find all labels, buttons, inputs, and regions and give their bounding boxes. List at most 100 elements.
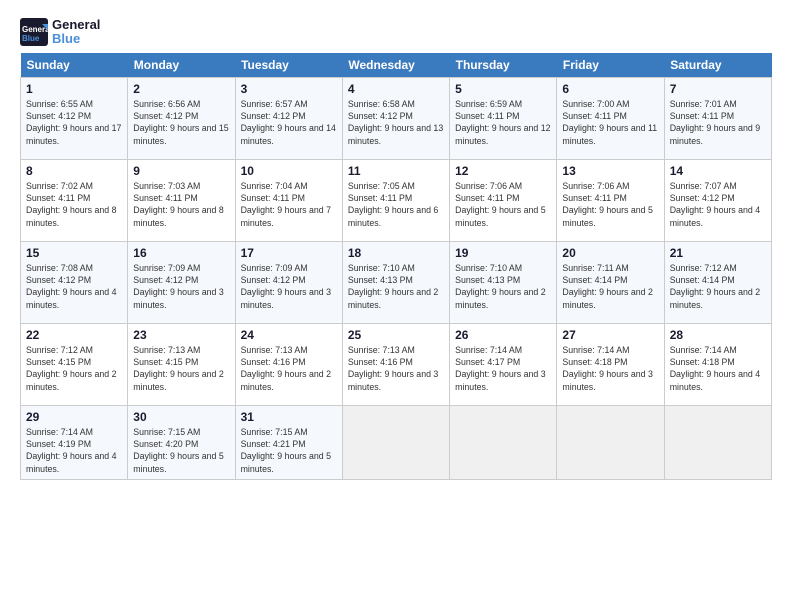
day-info: Sunrise: 6:58 AM Sunset: 4:12 PM Dayligh…: [348, 98, 444, 147]
calendar-page: General Blue General Blue SundayMondayTu…: [0, 0, 792, 490]
calendar-cell: 20 Sunrise: 7:11 AM Sunset: 4:14 PM Dayl…: [557, 241, 664, 323]
day-info: Sunrise: 7:14 AM Sunset: 4:18 PM Dayligh…: [670, 344, 766, 393]
calendar-cell: 13 Sunrise: 7:06 AM Sunset: 4:11 PM Dayl…: [557, 159, 664, 241]
calendar-cell: [342, 405, 449, 479]
day-info: Sunrise: 7:01 AM Sunset: 4:11 PM Dayligh…: [670, 98, 766, 147]
weekday-header-sunday: Sunday: [21, 53, 128, 78]
day-info: Sunrise: 6:55 AM Sunset: 4:12 PM Dayligh…: [26, 98, 122, 147]
day-info: Sunrise: 7:06 AM Sunset: 4:11 PM Dayligh…: [562, 180, 658, 229]
calendar-cell: 18 Sunrise: 7:10 AM Sunset: 4:13 PM Dayl…: [342, 241, 449, 323]
day-info: Sunrise: 7:15 AM Sunset: 4:21 PM Dayligh…: [241, 426, 337, 475]
day-number: 8: [26, 164, 122, 178]
day-info: Sunrise: 7:08 AM Sunset: 4:12 PM Dayligh…: [26, 262, 122, 311]
day-number: 11: [348, 164, 444, 178]
day-number: 29: [26, 410, 122, 424]
day-info: Sunrise: 7:12 AM Sunset: 4:14 PM Dayligh…: [670, 262, 766, 311]
svg-text:General: General: [22, 25, 48, 34]
day-info: Sunrise: 7:05 AM Sunset: 4:11 PM Dayligh…: [348, 180, 444, 229]
calendar-cell: 24 Sunrise: 7:13 AM Sunset: 4:16 PM Dayl…: [235, 323, 342, 405]
day-info: Sunrise: 7:12 AM Sunset: 4:15 PM Dayligh…: [26, 344, 122, 393]
day-number: 24: [241, 328, 337, 342]
calendar-cell: 14 Sunrise: 7:07 AM Sunset: 4:12 PM Dayl…: [664, 159, 771, 241]
calendar-cell: 19 Sunrise: 7:10 AM Sunset: 4:13 PM Dayl…: [450, 241, 557, 323]
day-info: Sunrise: 7:14 AM Sunset: 4:17 PM Dayligh…: [455, 344, 551, 393]
day-number: 10: [241, 164, 337, 178]
calendar-cell: 30 Sunrise: 7:15 AM Sunset: 4:20 PM Dayl…: [128, 405, 235, 479]
calendar-cell: 21 Sunrise: 7:12 AM Sunset: 4:14 PM Dayl…: [664, 241, 771, 323]
calendar-cell: 25 Sunrise: 7:13 AM Sunset: 4:16 PM Dayl…: [342, 323, 449, 405]
logo-icon: General Blue: [20, 18, 48, 46]
calendar-cell: 12 Sunrise: 7:06 AM Sunset: 4:11 PM Dayl…: [450, 159, 557, 241]
day-info: Sunrise: 7:00 AM Sunset: 4:11 PM Dayligh…: [562, 98, 658, 147]
day-number: 6: [562, 82, 658, 96]
calendar-cell: 23 Sunrise: 7:13 AM Sunset: 4:15 PM Dayl…: [128, 323, 235, 405]
day-info: Sunrise: 7:04 AM Sunset: 4:11 PM Dayligh…: [241, 180, 337, 229]
day-info: Sunrise: 6:57 AM Sunset: 4:12 PM Dayligh…: [241, 98, 337, 147]
calendar-cell: 27 Sunrise: 7:14 AM Sunset: 4:18 PM Dayl…: [557, 323, 664, 405]
day-info: Sunrise: 7:14 AM Sunset: 4:19 PM Dayligh…: [26, 426, 122, 475]
day-info: Sunrise: 7:13 AM Sunset: 4:16 PM Dayligh…: [241, 344, 337, 393]
day-number: 26: [455, 328, 551, 342]
day-info: Sunrise: 7:15 AM Sunset: 4:20 PM Dayligh…: [133, 426, 229, 475]
calendar-cell: 26 Sunrise: 7:14 AM Sunset: 4:17 PM Dayl…: [450, 323, 557, 405]
calendar-cell: 31 Sunrise: 7:15 AM Sunset: 4:21 PM Dayl…: [235, 405, 342, 479]
day-number: 30: [133, 410, 229, 424]
calendar-cell: 22 Sunrise: 7:12 AM Sunset: 4:15 PM Dayl…: [21, 323, 128, 405]
logo-blue: Blue: [52, 32, 100, 46]
day-number: 19: [455, 246, 551, 260]
calendar-cell: 11 Sunrise: 7:05 AM Sunset: 4:11 PM Dayl…: [342, 159, 449, 241]
weekday-header-row: SundayMondayTuesdayWednesdayThursdayFrid…: [21, 53, 772, 78]
day-number: 3: [241, 82, 337, 96]
weekday-header-friday: Friday: [557, 53, 664, 78]
calendar-cell: 28 Sunrise: 7:14 AM Sunset: 4:18 PM Dayl…: [664, 323, 771, 405]
calendar-cell: [450, 405, 557, 479]
day-number: 12: [455, 164, 551, 178]
day-number: 14: [670, 164, 766, 178]
calendar-table: SundayMondayTuesdayWednesdayThursdayFrid…: [20, 53, 772, 480]
weekday-header-saturday: Saturday: [664, 53, 771, 78]
calendar-cell: 15 Sunrise: 7:08 AM Sunset: 4:12 PM Dayl…: [21, 241, 128, 323]
calendar-cell: 9 Sunrise: 7:03 AM Sunset: 4:11 PM Dayli…: [128, 159, 235, 241]
svg-text:Blue: Blue: [22, 34, 40, 43]
day-number: 23: [133, 328, 229, 342]
calendar-cell: 7 Sunrise: 7:01 AM Sunset: 4:11 PM Dayli…: [664, 77, 771, 159]
day-info: Sunrise: 6:56 AM Sunset: 4:12 PM Dayligh…: [133, 98, 229, 147]
day-number: 1: [26, 82, 122, 96]
calendar-cell: 5 Sunrise: 6:59 AM Sunset: 4:11 PM Dayli…: [450, 77, 557, 159]
day-info: Sunrise: 7:10 AM Sunset: 4:13 PM Dayligh…: [455, 262, 551, 311]
calendar-cell: 4 Sunrise: 6:58 AM Sunset: 4:12 PM Dayli…: [342, 77, 449, 159]
day-info: Sunrise: 7:02 AM Sunset: 4:11 PM Dayligh…: [26, 180, 122, 229]
day-number: 2: [133, 82, 229, 96]
calendar-cell: 3 Sunrise: 6:57 AM Sunset: 4:12 PM Dayli…: [235, 77, 342, 159]
day-number: 9: [133, 164, 229, 178]
day-number: 5: [455, 82, 551, 96]
day-info: Sunrise: 7:09 AM Sunset: 4:12 PM Dayligh…: [133, 262, 229, 311]
day-number: 13: [562, 164, 658, 178]
day-number: 17: [241, 246, 337, 260]
day-number: 15: [26, 246, 122, 260]
day-info: Sunrise: 7:13 AM Sunset: 4:15 PM Dayligh…: [133, 344, 229, 393]
weekday-header-wednesday: Wednesday: [342, 53, 449, 78]
calendar-cell: 17 Sunrise: 7:09 AM Sunset: 4:12 PM Dayl…: [235, 241, 342, 323]
weekday-header-tuesday: Tuesday: [235, 53, 342, 78]
day-number: 25: [348, 328, 444, 342]
day-info: Sunrise: 7:13 AM Sunset: 4:16 PM Dayligh…: [348, 344, 444, 393]
calendar-cell: 1 Sunrise: 6:55 AM Sunset: 4:12 PM Dayli…: [21, 77, 128, 159]
calendar-cell: 6 Sunrise: 7:00 AM Sunset: 4:11 PM Dayli…: [557, 77, 664, 159]
day-number: 20: [562, 246, 658, 260]
day-number: 21: [670, 246, 766, 260]
logo: General Blue General Blue: [20, 18, 100, 47]
calendar-cell: 16 Sunrise: 7:09 AM Sunset: 4:12 PM Dayl…: [128, 241, 235, 323]
weekday-header-thursday: Thursday: [450, 53, 557, 78]
weekday-header-monday: Monday: [128, 53, 235, 78]
calendar-cell: 29 Sunrise: 7:14 AM Sunset: 4:19 PM Dayl…: [21, 405, 128, 479]
day-info: Sunrise: 6:59 AM Sunset: 4:11 PM Dayligh…: [455, 98, 551, 147]
day-number: 16: [133, 246, 229, 260]
day-number: 28: [670, 328, 766, 342]
day-number: 22: [26, 328, 122, 342]
day-info: Sunrise: 7:10 AM Sunset: 4:13 PM Dayligh…: [348, 262, 444, 311]
day-info: Sunrise: 7:09 AM Sunset: 4:12 PM Dayligh…: [241, 262, 337, 311]
day-info: Sunrise: 7:11 AM Sunset: 4:14 PM Dayligh…: [562, 262, 658, 311]
day-number: 18: [348, 246, 444, 260]
day-info: Sunrise: 7:06 AM Sunset: 4:11 PM Dayligh…: [455, 180, 551, 229]
